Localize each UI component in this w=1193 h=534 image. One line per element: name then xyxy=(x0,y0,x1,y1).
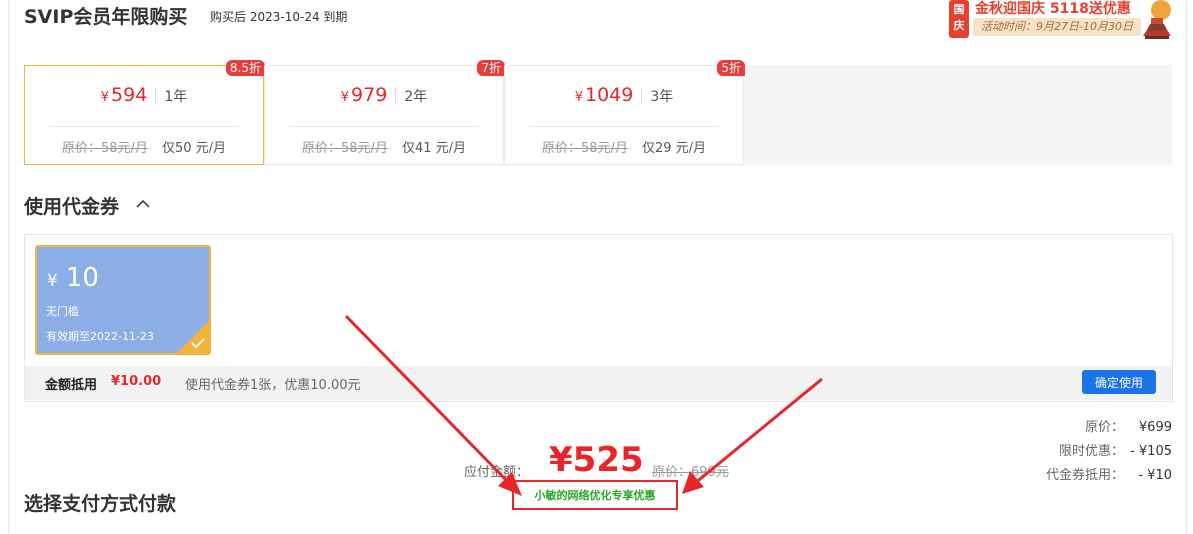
summary-coupon-value: - ¥10 xyxy=(1138,468,1172,483)
expire-prefix: 购买后 xyxy=(210,10,247,24)
coupon-condition: 无门槛 xyxy=(46,305,79,318)
summary-coupon-label: 代金券抵用： xyxy=(1045,468,1124,483)
promo-badge: 国庆 xyxy=(949,0,969,38)
yen-symbol: ¥ xyxy=(340,90,350,105)
coupon-summary-bar: 金额抵用 ¥10.00 使用代金券1张，优惠10.00元 确定使用 xyxy=(25,366,1171,400)
coupon-amount: ¥10 xyxy=(47,263,99,293)
discount-badge: 5折 xyxy=(717,60,745,76)
yen-symbol: ¥ xyxy=(47,271,58,291)
summary-original: 原价： ¥699 xyxy=(1085,416,1172,435)
coupon-value: 10 xyxy=(65,263,99,293)
deduct-value: ¥10.00 xyxy=(111,374,162,389)
expire-suffix: 到期 xyxy=(323,10,348,24)
original-price: 原价：58元/月 xyxy=(542,141,628,156)
expire-date: 2023-10-24 xyxy=(249,10,320,24)
plan-per-month: 原价：58元/月 仅50 元/月 xyxy=(25,137,263,156)
payment-section-title: 选择支付方式付款 xyxy=(24,493,177,515)
payable-label: 应付金额： xyxy=(464,465,530,480)
price-separator xyxy=(395,87,397,103)
summary-discount-label: 限时优惠： xyxy=(1058,444,1124,459)
monthly-price: 仅29 元/月 xyxy=(641,141,706,156)
plan-divider xyxy=(49,126,239,127)
check-icon xyxy=(191,338,205,349)
price-separator xyxy=(155,87,157,103)
price-value: 594 xyxy=(111,84,148,106)
page-title: SVIP会员年限购买 xyxy=(24,6,188,28)
plan-per-month: 原价：58元/月 仅41 元/月 xyxy=(265,137,503,156)
page-frame-left xyxy=(8,0,9,534)
summary-discount: 限时优惠： - ¥105 xyxy=(1059,440,1172,459)
confirm-coupon-button[interactable]: 确定使用 xyxy=(1082,370,1156,394)
monthly-price: 仅50 元/月 xyxy=(161,141,226,156)
promo-banner[interactable]: 国庆 金秋迎国庆 5118送优惠 活动时间：9月27日-10月30日 xyxy=(947,0,1183,40)
coupon-card[interactable]: ¥10 无门槛 有效期至2022-11-23 xyxy=(35,245,211,355)
original-price: 原价：58元/月 xyxy=(302,141,388,156)
chevron-up-icon[interactable] xyxy=(136,199,150,209)
payable-original-price: 原价：699元 xyxy=(652,465,729,480)
price-separator xyxy=(641,87,643,103)
plan-card-1year[interactable]: 8.5折 ¥594 1年 原价：58元/月 仅50 元/月 xyxy=(24,60,265,165)
coupon-usage-info: 使用代金券1张，优惠10.00元 xyxy=(185,378,361,393)
coupon-validity: 有效期至2022-11-23 xyxy=(46,330,154,343)
plan-per-month: 原价：58元/月 仅29 元/月 xyxy=(505,137,743,156)
coupon-section-title: 使用代金券 xyxy=(24,196,120,218)
plan-divider xyxy=(289,126,479,127)
monthly-price: 仅41 元/月 xyxy=(401,141,466,156)
original-price: 原价：58元/月 xyxy=(62,141,148,156)
yen-symbol: ¥ xyxy=(100,90,110,105)
summary-coupon: 代金券抵用： - ¥10 xyxy=(1046,464,1172,483)
discount-badge: 8.5折 xyxy=(225,60,265,76)
promo-text: 金秋迎国庆 5118送优惠 xyxy=(975,1,1131,17)
plan-divider xyxy=(529,126,719,127)
yen-symbol: ¥ xyxy=(574,90,583,105)
deduct-label: 金额抵用 xyxy=(45,378,98,393)
price-value: 979 xyxy=(351,84,388,106)
page-frame-right xyxy=(1186,0,1187,534)
plan-price: ¥1049 3年 xyxy=(505,84,743,106)
plan-duration: 3年 xyxy=(650,89,674,105)
summary-discount-value: - ¥105 xyxy=(1130,444,1172,459)
expire-info: 购买后 2023-10-24 到期 xyxy=(210,8,347,25)
plan-card-2year[interactable]: 7折 ¥979 2年 原价：58元/月 仅41 元/月 xyxy=(264,60,505,165)
annotation-note: 小敏的网络优化专享优惠 xyxy=(534,489,656,502)
summary-original-label: 原价： xyxy=(1084,420,1124,435)
plan-price: ¥594 1年 xyxy=(25,84,263,106)
plan-card-3year[interactable]: 5折 ¥1049 3年 原价：58元/月 仅29 元/月 xyxy=(504,60,745,165)
annotation-box: 小敏的网络优化专享优惠 xyxy=(512,480,678,510)
temple-lantern-icon xyxy=(1143,0,1171,39)
plan-price: ¥979 2年 xyxy=(265,84,503,106)
price-value: 1049 xyxy=(585,84,634,106)
plan-duration: 2年 xyxy=(404,89,428,105)
discount-badge: 7折 xyxy=(477,60,505,76)
plan-duration: 1年 xyxy=(164,89,188,105)
summary-original-value: ¥699 xyxy=(1138,420,1172,435)
promo-dates: 活动时间：9月27日-10月30日 xyxy=(973,18,1141,36)
payable-amount: ¥525 xyxy=(549,440,644,480)
